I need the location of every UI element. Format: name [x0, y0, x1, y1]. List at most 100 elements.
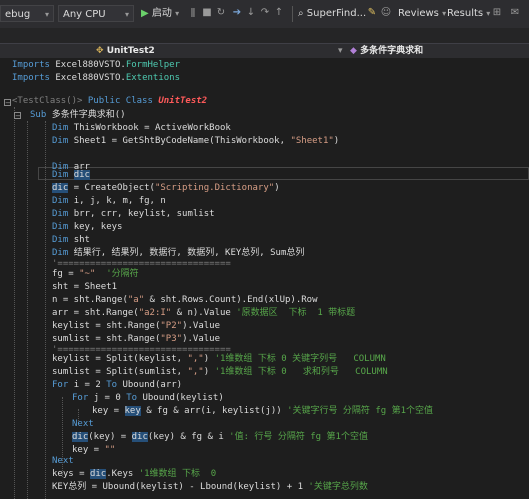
- bookmark-icon[interactable]: ✎: [366, 7, 378, 19]
- code-line[interactable]: arr = sht.Range("a2:I" & n).Value '原数据区 …: [52, 307, 355, 320]
- show-next-statement-icon[interactable]: ➔: [231, 7, 243, 19]
- code-line[interactable]: keys = dic.Keys '1维数组 下标 0: [52, 468, 216, 481]
- step-into-icon[interactable]: ↓: [245, 7, 257, 19]
- collapse-icon[interactable]: −: [4, 99, 11, 107]
- code-line[interactable]: Dim sht: [52, 234, 90, 247]
- code-token: '原数据区 下标 1 带标题: [236, 308, 356, 318]
- start-button[interactable]: ▶ 启动 ▾: [141, 0, 179, 28]
- code-token: key: [124, 406, 141, 416]
- code-token: (key) & fg & i: [147, 432, 230, 442]
- code-token: "": [104, 445, 116, 455]
- code-token: dic: [73, 170, 90, 180]
- code-token: i = 2: [73, 380, 107, 390]
- restart-icon[interactable]: ↻: [215, 7, 227, 19]
- code-line[interactable]: dic = CreateObject("Scripting.Dictionary…: [52, 182, 280, 195]
- code-line[interactable]: For j = 0 To Ubound(keylist): [72, 392, 224, 405]
- code-token: keylist = Split(keylist,: [52, 354, 188, 364]
- code-token: Sub: [30, 110, 52, 120]
- code-token: '关键字行号 分隔符 fg 第1个空值: [287, 406, 434, 416]
- code-line[interactable]: Dim dic: [52, 169, 90, 182]
- code-editor[interactable]: − − Imports Excel880VSTO.FormHelper Impor…: [0, 59, 529, 499]
- document-tab-strip: [0, 28, 529, 44]
- code-line[interactable]: dic(key) = dic(key) & fg & i '值: 行号 分隔符 …: [72, 431, 368, 444]
- code-line[interactable]: fg = "~" '分隔符: [52, 268, 139, 281]
- code-token: & sht.Rows.Count).End(xlUp).Row: [144, 295, 318, 305]
- indent-guide: [14, 107, 15, 499]
- code-token: Imports: [12, 60, 56, 70]
- method-icon: ◆: [350, 46, 357, 56]
- code-line[interactable]: key = "": [72, 444, 115, 457]
- method-dropdown[interactable]: ◆ 多条件字典求和: [350, 44, 423, 58]
- find-icon[interactable]: ⊞: [491, 7, 503, 19]
- code-token: ",": [187, 367, 204, 377]
- collapse-icon[interactable]: −: [14, 112, 21, 120]
- method-name: 多条件字典求和: [360, 46, 424, 56]
- step-out-icon[interactable]: ↑: [273, 7, 285, 19]
- code-line[interactable]: Imports Excel880VSTO.FormHelper: [12, 59, 180, 72]
- code-line[interactable]: <TestClass()> Public Class UnitTest2: [12, 95, 207, 108]
- code-token: '分隔符: [95, 269, 139, 279]
- code-token: = CreateObject(: [68, 183, 155, 193]
- code-token: sumlist = sht.Range(: [52, 334, 161, 344]
- code-token: Dim: [52, 136, 74, 146]
- code-line[interactable]: Next: [72, 418, 94, 431]
- code-token: arr = sht.Range(: [52, 308, 139, 318]
- code-token: brr, crr, keylist, sumlist: [73, 209, 215, 219]
- code-line[interactable]: Dim brr, crr, keylist, sumlist: [52, 208, 215, 221]
- code-token: Dim: [52, 222, 74, 232]
- code-token: Dim: [52, 235, 74, 245]
- code-line[interactable]: key = key & fg & arr(i, keylist(j)) '关键字…: [92, 405, 433, 418]
- superfind-button[interactable]: ⌕ SuperFind...: [298, 0, 366, 28]
- code-line[interactable]: sumlist = Split(sumlist, ",") '1维数组 下标 0…: [52, 366, 388, 379]
- config-value: ebug: [5, 9, 31, 20]
- chevron-down-icon: ▾: [44, 10, 49, 19]
- class-dropdown[interactable]: ✥ UnitTest2: [96, 44, 155, 58]
- code-line[interactable]: Next: [52, 455, 74, 468]
- platform-dropdown[interactable]: Any CPU ▾: [58, 5, 134, 22]
- code-token: keylist = sht.Range(: [52, 321, 161, 331]
- code-line[interactable]: keylist = sht.Range("P2").Value: [52, 320, 220, 333]
- stop-icon[interactable]: ■: [201, 7, 213, 19]
- code-line[interactable]: Dim ThisWorkbook = ActiveWorkBook: [52, 122, 231, 135]
- code-line[interactable]: For i = 2 To Ubound(arr): [52, 379, 182, 392]
- code-line[interactable]: Imports Excel880VSTO.Extentions: [12, 72, 180, 85]
- results-button[interactable]: Results ▾: [447, 0, 490, 28]
- code-token: For: [52, 380, 74, 390]
- chevron-down-icon[interactable]: ▾: [338, 44, 343, 58]
- code-token: "Scripting.Dictionary": [154, 183, 275, 193]
- code-line[interactable]: Dim key, keys: [52, 221, 122, 234]
- code-token: To: [106, 380, 123, 390]
- code-token: key =: [72, 445, 105, 455]
- code-token: ): [274, 183, 280, 193]
- code-token: Excel880VSTO.: [55, 60, 126, 70]
- code-token: UnitTest2: [158, 96, 208, 106]
- code-token: Dim: [52, 196, 74, 206]
- step-over-icon[interactable]: ↷: [259, 7, 271, 19]
- code-line[interactable]: Dim Sheet1 = GetShtByCodeName(ThisWorkbo…: [52, 135, 339, 148]
- reviews-button[interactable]: Reviews ▾: [398, 0, 446, 28]
- code-token: (key) =: [88, 432, 132, 442]
- code-line[interactable]: sht = Sheet1: [52, 281, 117, 294]
- code-line[interactable]: Sub 多条件字典求和(): [30, 109, 126, 122]
- code-token: Excel880VSTO.: [55, 73, 126, 83]
- code-token: Ubound(arr): [122, 380, 183, 390]
- code-token: Dim: [52, 209, 74, 219]
- code-line[interactable]: KEY总列 = Ubound(keylist) - Lbound(keylist…: [52, 481, 368, 494]
- user-icon[interactable]: ☺: [380, 7, 392, 19]
- comment-icon[interactable]: ✉: [509, 7, 521, 19]
- code-token: ThisWorkbook = ActiveWorkBook: [73, 123, 231, 133]
- code-line[interactable]: n = sht.Range("a" & sht.Rows.Count).End(…: [52, 294, 318, 307]
- chevron-down-icon: ▾: [124, 10, 129, 19]
- code-token: "a2:I": [138, 308, 172, 318]
- code-line[interactable]: Dim i, j, k, m, fg, n: [52, 195, 166, 208]
- pause-icon[interactable]: ǁ: [187, 7, 199, 19]
- platform-value: Any CPU: [63, 9, 106, 20]
- code-line[interactable]: keylist = Split(keylist, ",") '1维数组 下标 0…: [52, 353, 386, 366]
- config-dropdown[interactable]: ebug ▾: [0, 5, 54, 22]
- code-token: ",": [187, 354, 204, 364]
- code-token: dic: [89, 469, 107, 479]
- code-token: "a": [127, 295, 145, 305]
- main-toolbar: ebug ▾ Any CPU ▾ ▶ 启动 ▾ ǁ ■ ↻ ➔ ↓ ↷ ↑ ⌕ …: [0, 0, 529, 29]
- code-token: '1维数组 下标 0: [138, 469, 217, 479]
- code-token: & n).Value: [171, 308, 237, 318]
